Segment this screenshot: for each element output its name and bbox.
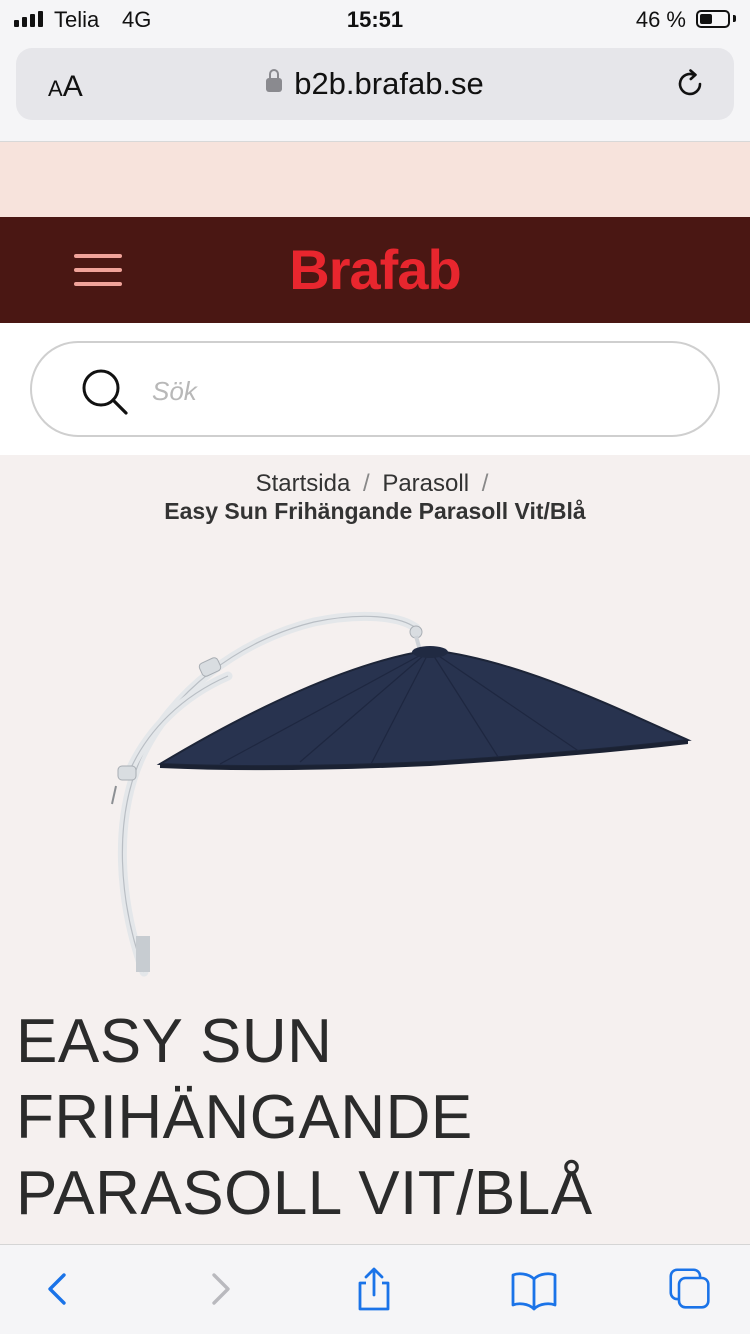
back-icon[interactable] <box>36 1267 80 1311</box>
site-header: Brafab <box>0 217 750 323</box>
browser-toolbar <box>0 1244 750 1334</box>
reload-icon[interactable] <box>672 66 708 102</box>
battery-tip <box>733 15 736 22</box>
forward-icon[interactable] <box>198 1267 242 1311</box>
product-title: EASY SUN FRIHÄNGANDE PARASOLL VIT/BLÅ <box>16 1007 593 1228</box>
breadcrumb-home[interactable]: Startsida <box>256 470 351 497</box>
url-field[interactable]: b2b.brafab.se <box>16 66 734 102</box>
status-bar: Telia 4G 15:51 46 % <box>0 0 750 40</box>
battery-percent: 46 % <box>635 7 686 32</box>
search-input[interactable] <box>150 363 674 419</box>
search-icon[interactable] <box>80 367 130 417</box>
lock-icon <box>266 69 283 92</box>
product-image[interactable] <box>100 600 700 980</box>
share-icon[interactable] <box>352 1267 396 1311</box>
breadcrumb: Startsida / Parasoll / <box>0 470 750 498</box>
breadcrumb-category[interactable]: Parasoll <box>382 470 469 497</box>
bookmarks-icon[interactable] <box>510 1267 558 1311</box>
battery-level <box>700 14 712 24</box>
breadcrumb-current: Easy Sun Frihängande Parasoll Vit/Blå <box>164 498 586 524</box>
breadcrumb-separator: / <box>362 470 370 497</box>
search-area <box>0 323 750 455</box>
address-bar[interactable]: AA b2b.brafab.se <box>16 48 734 120</box>
url-text: b2b.brafab.se <box>294 66 484 101</box>
breadcrumb-separator: / <box>481 470 489 497</box>
browser-url-area: AA b2b.brafab.se <box>0 40 750 142</box>
battery-icon <box>696 10 730 28</box>
search-box[interactable] <box>30 341 720 437</box>
brand-logo[interactable]: Brafab <box>0 237 750 302</box>
promo-strip <box>0 142 750 217</box>
tabs-icon[interactable] <box>666 1267 714 1311</box>
